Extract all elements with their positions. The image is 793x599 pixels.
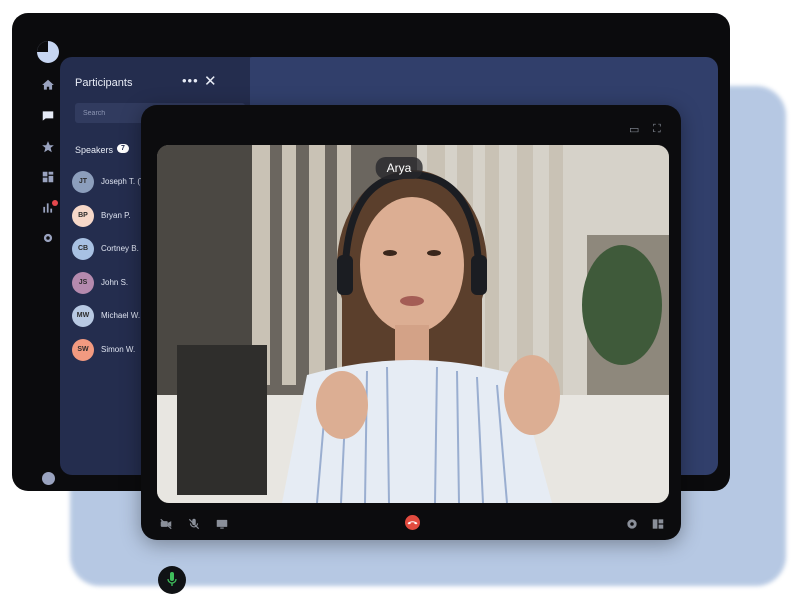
avatar: JT — [72, 171, 94, 193]
avatar: CB — [72, 238, 94, 261]
avatar: MW — [72, 305, 94, 328]
end-call-icon[interactable] — [405, 515, 420, 530]
camera-off-icon[interactable] — [159, 517, 173, 531]
speaker-name-label: Arya — [375, 157, 423, 179]
share-screen-icon[interactable] — [215, 517, 229, 531]
video-frame-image — [157, 145, 669, 503]
participant-name: Bryan P. — [101, 210, 131, 220]
chat-icon[interactable] — [40, 109, 56, 125]
participant-name: Michael W. — [101, 311, 141, 321]
speakers-label: Speakers — [75, 145, 114, 155]
avatar: BP — [72, 204, 94, 227]
speakers-count-badge: 7 — [117, 144, 129, 153]
participants-title: Participants — [75, 77, 133, 89]
settings-icon[interactable] — [40, 231, 56, 247]
fullscreen-icon[interactable]: ⛶ — [653, 123, 661, 136]
avatar: JS — [72, 271, 94, 294]
chart-icon[interactable] — [40, 200, 58, 217]
call-controls-bar — [141, 509, 681, 540]
user-icon[interactable] — [42, 472, 55, 485]
more-horizontal-icon[interactable]: ••• — [182, 73, 199, 88]
avatar: SW — [72, 339, 94, 361]
home-icon[interactable] — [40, 78, 56, 94]
settings-icon[interactable] — [625, 517, 639, 531]
active-mic-indicator — [158, 566, 186, 594]
grid-icon[interactable] — [40, 170, 56, 186]
star-icon[interactable] — [40, 140, 56, 156]
close-icon[interactable]: ✕ — [204, 72, 217, 90]
participant-name: Cortney B. — [101, 244, 139, 254]
participant-name: John S. — [101, 277, 129, 287]
mic-off-icon[interactable] — [187, 517, 201, 531]
notification-dot — [52, 200, 58, 206]
minimize-window-icon[interactable]: ▭ — [629, 123, 639, 136]
speaker-video[interactable]: Arya — [157, 145, 669, 503]
layout-icon[interactable] — [651, 517, 665, 531]
participant-name: Simon W. — [101, 345, 136, 354]
app-logo[interactable] — [37, 41, 59, 63]
